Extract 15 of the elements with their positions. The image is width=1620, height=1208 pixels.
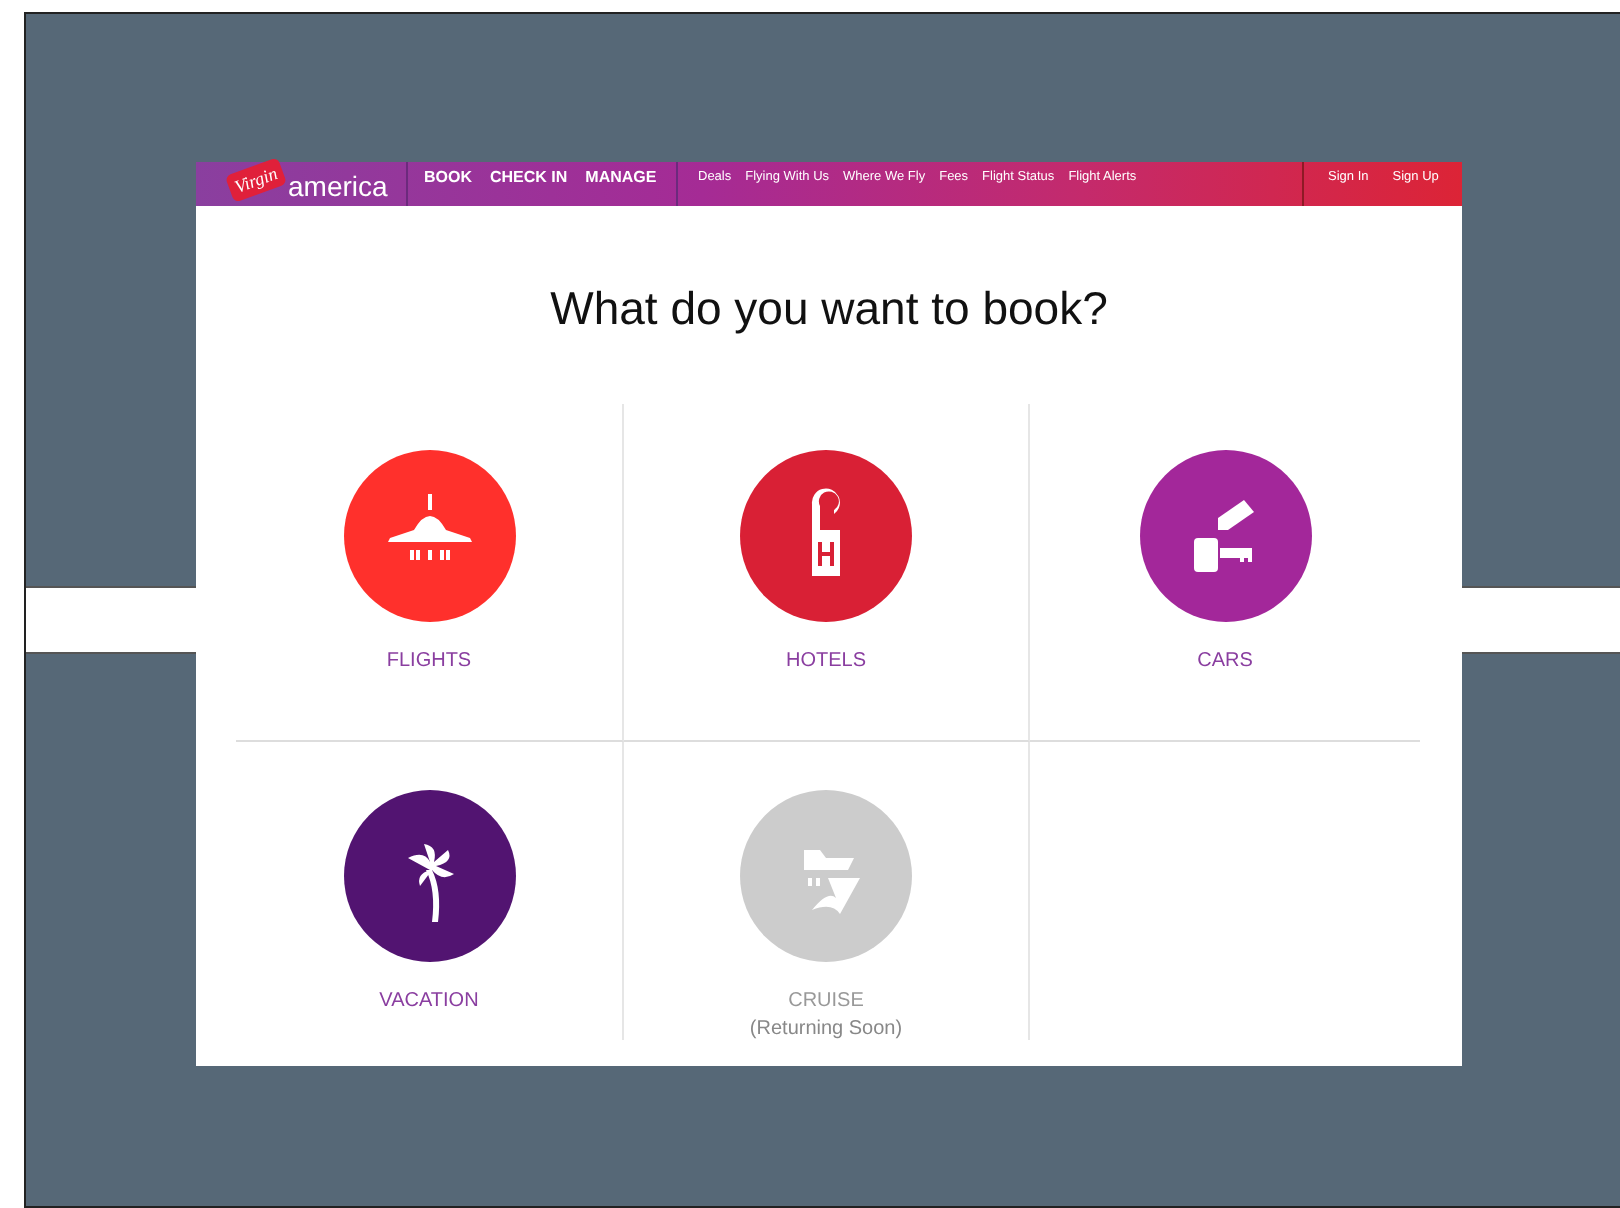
- option-label[interactable]: VACATION: [379, 990, 479, 1012]
- option-label[interactable]: FLIGHTS: [386, 650, 472, 672]
- logo[interactable]: Virgin america: [196, 162, 408, 206]
- option-label[interactable]: CARS: [1197, 650, 1253, 672]
- nav-link[interactable]: CHECK IN: [490, 168, 568, 186]
- logo-script: Virgin: [224, 157, 288, 203]
- door-hanger-icon[interactable]: [740, 450, 912, 622]
- option-label[interactable]: HOTELS: [785, 650, 866, 672]
- logo-text: america: [288, 168, 388, 206]
- key-tag-icon[interactable]: [1139, 450, 1311, 622]
- nav-link[interactable]: MANAGE: [585, 168, 657, 186]
- nav-link[interactable]: BOOK: [424, 168, 472, 186]
- option-note: (Returning Soon): [749, 1018, 903, 1040]
- palm-tree-icon[interactable]: [343, 790, 515, 962]
- page-heading: What do you want to book?: [548, 282, 1110, 336]
